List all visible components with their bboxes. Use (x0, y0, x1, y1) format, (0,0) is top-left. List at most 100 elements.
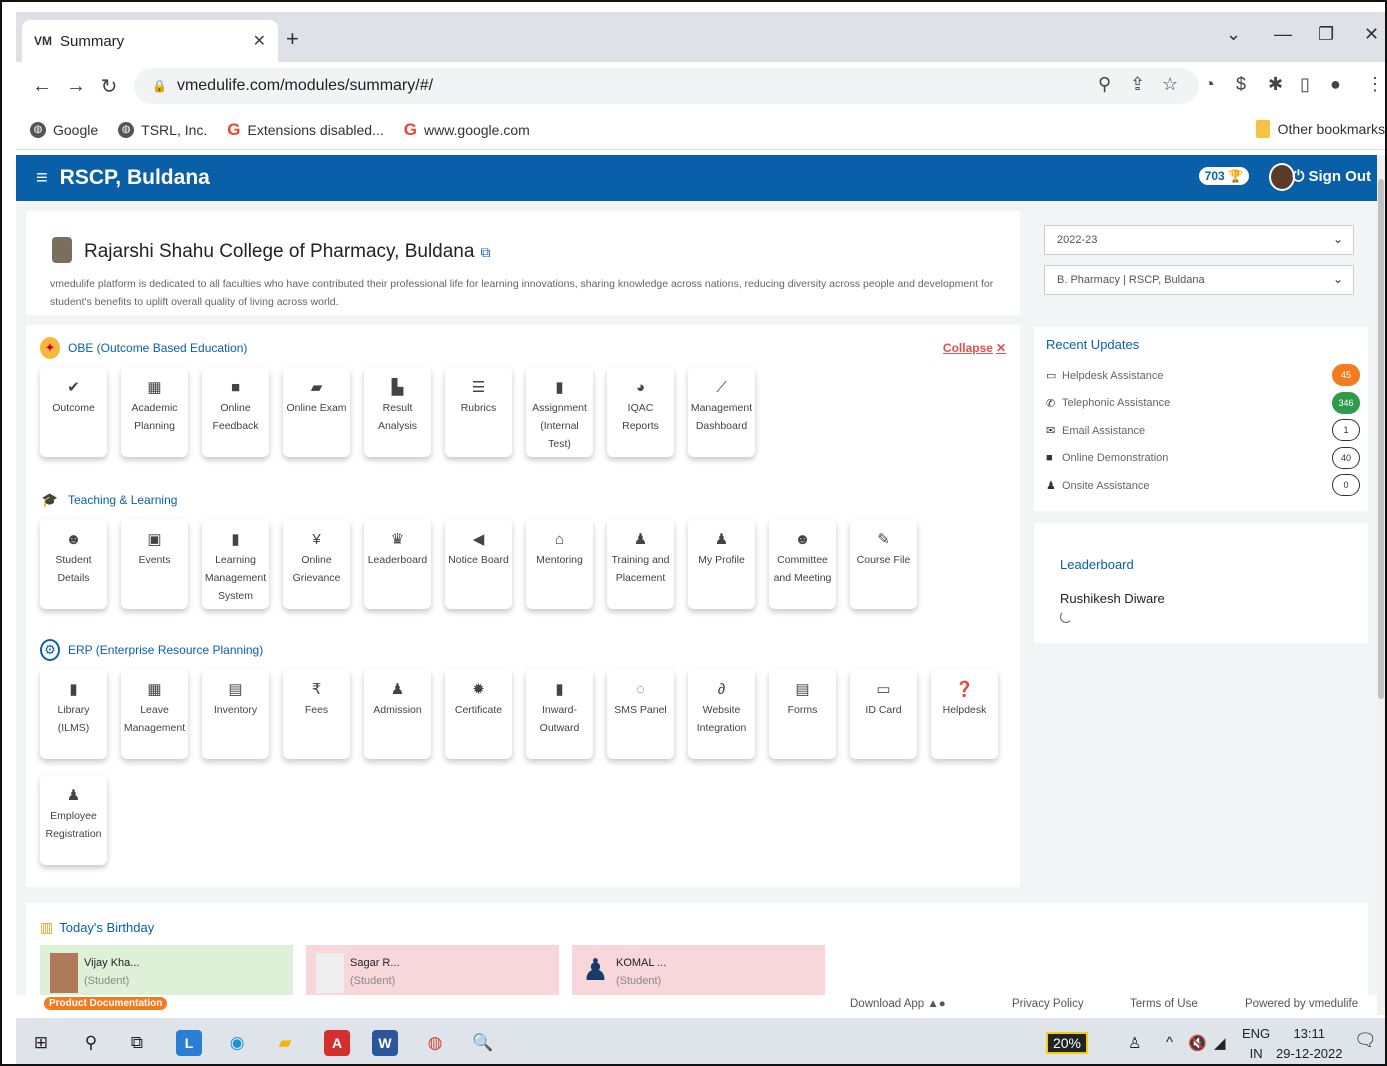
chrome-icon[interactable]: ◍ (422, 1030, 448, 1056)
tile-sms-panel[interactable]: ◌ SMS Panel (607, 669, 674, 759)
people-icon[interactable]: ♙ (1128, 1034, 1141, 1052)
wifi-icon[interactable]: ◢ (1214, 1034, 1226, 1052)
reload-icon[interactable]: ↻ (100, 74, 118, 99)
sign-out-button[interactable]: ⏻ Sign Out (1292, 168, 1371, 185)
bookmark-google[interactable]: ◍ Google (30, 121, 98, 138)
clock[interactable]: 13:11 29-12-2022 (1276, 1024, 1343, 1064)
scrollbar[interactable] (1377, 155, 1385, 1015)
external-link-icon[interactable]: ⧉ (480, 244, 490, 260)
birthday-person-card[interactable]: ♟ KOMAL ... (Student) (572, 945, 825, 997)
edge-icon[interactable]: ◉ (224, 1030, 250, 1056)
year-select[interactable]: 2022-23 ⌄ (1044, 225, 1354, 255)
menu-icon[interactable]: ⋮ (1366, 74, 1384, 95)
tile-course-file[interactable]: ✎ Course File (850, 519, 917, 609)
recent-update-item[interactable]: ✉ Email Assistance 1 (1046, 419, 1360, 441)
close-window-icon[interactable]: ✕ (1364, 24, 1379, 45)
acrobat-icon[interactable]: A (324, 1030, 350, 1056)
url-bar[interactable]: 🔒 vmedulife.com/modules/summary/#/ (134, 68, 1199, 104)
tile-library-ilms[interactable]: ▮ Library (ILMS) (40, 669, 107, 759)
leaderboard-title[interactable]: Leaderboard (1060, 557, 1134, 572)
tile-forms[interactable]: ▤ Forms (769, 669, 836, 759)
restore-icon[interactable]: ❐ (1318, 24, 1334, 45)
birthday-person-card[interactable]: Sagar R... (Student) (306, 945, 559, 997)
tile-online-exam[interactable]: ▰ Online Exam (283, 367, 350, 457)
tile-fees[interactable]: ₹ Fees (283, 669, 350, 759)
share-icon[interactable]: ⇪ (1130, 74, 1145, 95)
collapse-button[interactable]: Collapse ✕ (940, 341, 1006, 355)
recent-update-item[interactable]: ▭ Helpdesk Assistance 45 (1046, 364, 1360, 386)
tile-online-grievance[interactable]: ¥ Online Grievance (283, 519, 350, 609)
tile-inward-outward[interactable]: ▮ Inward-Outward (526, 669, 593, 759)
tile-result-analysis[interactable]: ▙ Result Analysis (364, 367, 431, 457)
tile-rubrics[interactable]: ☰ Rubrics (445, 367, 512, 457)
sidepanel-icon[interactable]: ▯ (1300, 74, 1310, 95)
scrollbar-thumb[interactable] (1378, 179, 1384, 699)
recent-update-item[interactable]: ✆ Telephonic Assistance 346 (1046, 391, 1360, 414)
tab-search-icon[interactable]: ⌄ (1226, 24, 1241, 45)
back-icon[interactable]: ← (32, 75, 52, 98)
chevron-up-icon[interactable]: ^ (1166, 1034, 1173, 1051)
product-documentation-button[interactable]: Product Documentation (44, 997, 168, 1010)
privacy-policy-link[interactable]: Privacy Policy (1012, 998, 1084, 1010)
bookmark-extensions[interactable]: G Extensions disabled... (227, 120, 383, 140)
bookmark-google-com[interactable]: G www.google.com (404, 120, 530, 140)
star-icon[interactable]: ☆ (1162, 74, 1178, 95)
avatar[interactable] (1269, 163, 1295, 191)
volume-muted-icon[interactable]: 🔇 (1188, 1034, 1207, 1052)
zoom-icon[interactable]: ⚲ (1098, 74, 1111, 95)
download-app-link[interactable]: Download App ▲● (850, 998, 946, 1010)
magnifier-icon[interactable]: 🔍 (470, 1030, 496, 1056)
tile-iqac-reports[interactable]: ◕ IQAC Reports (607, 367, 674, 457)
browser-tab[interactable]: VM Summary ✕ (22, 20, 278, 62)
birthday-person-card[interactable]: Vijay Kha... (Student) (40, 945, 293, 997)
tile-employee-registration[interactable]: ♟ Employee Registration (40, 775, 107, 865)
bookmark-tsrl[interactable]: ◍ TSRL, Inc. (118, 121, 207, 138)
tile-helpdesk[interactable]: ❓ Helpdesk (931, 669, 998, 759)
file-explorer-icon[interactable]: ▰ (272, 1030, 298, 1056)
tile-website-integration[interactable]: ∂ Website Integration (688, 669, 755, 759)
minimize-icon[interactable]: — (1274, 24, 1292, 45)
tile-management-dashboard[interactable]: ⟋ Management Dashboard (688, 367, 755, 457)
tile-leave-management[interactable]: ▦ Leave Management (121, 669, 188, 759)
windows-start-icon[interactable]: ⊞ (28, 1030, 54, 1056)
tile-mentoring[interactable]: ⌂ Mentoring (526, 519, 593, 609)
tile-academic-planning[interactable]: ▦ Academic Planning (121, 367, 188, 457)
battery-indicator[interactable]: 20% (1046, 1032, 1088, 1054)
tile-learning-management-system[interactable]: ▮ Learning Management System (202, 519, 269, 609)
new-tab-icon[interactable]: + (286, 26, 299, 52)
extension-icon[interactable]: ◔ (1204, 74, 1215, 95)
tile-leaderboard[interactable]: ♛ Leaderboard (364, 519, 431, 609)
other-bookmarks[interactable]: Other bookmarks (1255, 120, 1385, 138)
tile-events[interactable]: ▣ Events (121, 519, 188, 609)
word-icon[interactable]: W (372, 1030, 398, 1056)
coins-badge[interactable]: 703 🏆 (1198, 167, 1249, 185)
tile-certificate[interactable]: ✹ Certificate (445, 669, 512, 759)
forward-icon[interactable]: → (66, 75, 86, 98)
profile-icon[interactable]: ● (1330, 74, 1341, 95)
extension-2-icon[interactable]: $ (1236, 74, 1246, 95)
puzzle-icon[interactable]: ✱ (1268, 74, 1283, 95)
tile-label: Student Details (55, 554, 92, 584)
tile-notice-board[interactable]: ◀ Notice Board (445, 519, 512, 609)
tile-admission[interactable]: ♟ Admission (364, 669, 431, 759)
tile-id-card[interactable]: ▭ ID Card (850, 669, 917, 759)
language-indicator[interactable]: ENG IN (1242, 1024, 1270, 1064)
program-select[interactable]: B. Pharmacy | RSCP, Buldana ⌄ (1044, 265, 1354, 295)
app-l-icon[interactable]: L (176, 1030, 202, 1056)
tile-outcome[interactable]: ✔ Outcome (40, 367, 107, 457)
search-icon[interactable]: ⚲ (78, 1030, 104, 1056)
close-tab-icon[interactable]: ✕ (253, 31, 266, 51)
task-view-icon[interactable]: ⧉ (124, 1030, 150, 1056)
recent-update-item[interactable]: ♟ Onsite Assistance 0 (1046, 474, 1360, 496)
tile-my-profile[interactable]: ♟ My Profile (688, 519, 755, 609)
tile-online-feedback[interactable]: ■ Online Feedback (202, 367, 269, 457)
hamburger-menu-icon[interactable]: ≡ (36, 167, 48, 190)
notification-icon[interactable]: 🗨 (1354, 1030, 1377, 1051)
tile-student-details[interactable]: ☻ Student Details (40, 519, 107, 609)
tile-inventory[interactable]: ▤ Inventory (202, 669, 269, 759)
tile-training-and-placement[interactable]: ♟ Training and Placement (607, 519, 674, 609)
tile-committee-and-meeting[interactable]: ☻ Committee and Meeting (769, 519, 836, 609)
terms-link[interactable]: Terms of Use (1130, 998, 1198, 1010)
recent-update-item[interactable]: ■ Online Demonstration 40 (1046, 446, 1360, 469)
tile-assignment-internal-test[interactable]: ▮ Assignment (Internal Test) (526, 367, 593, 457)
